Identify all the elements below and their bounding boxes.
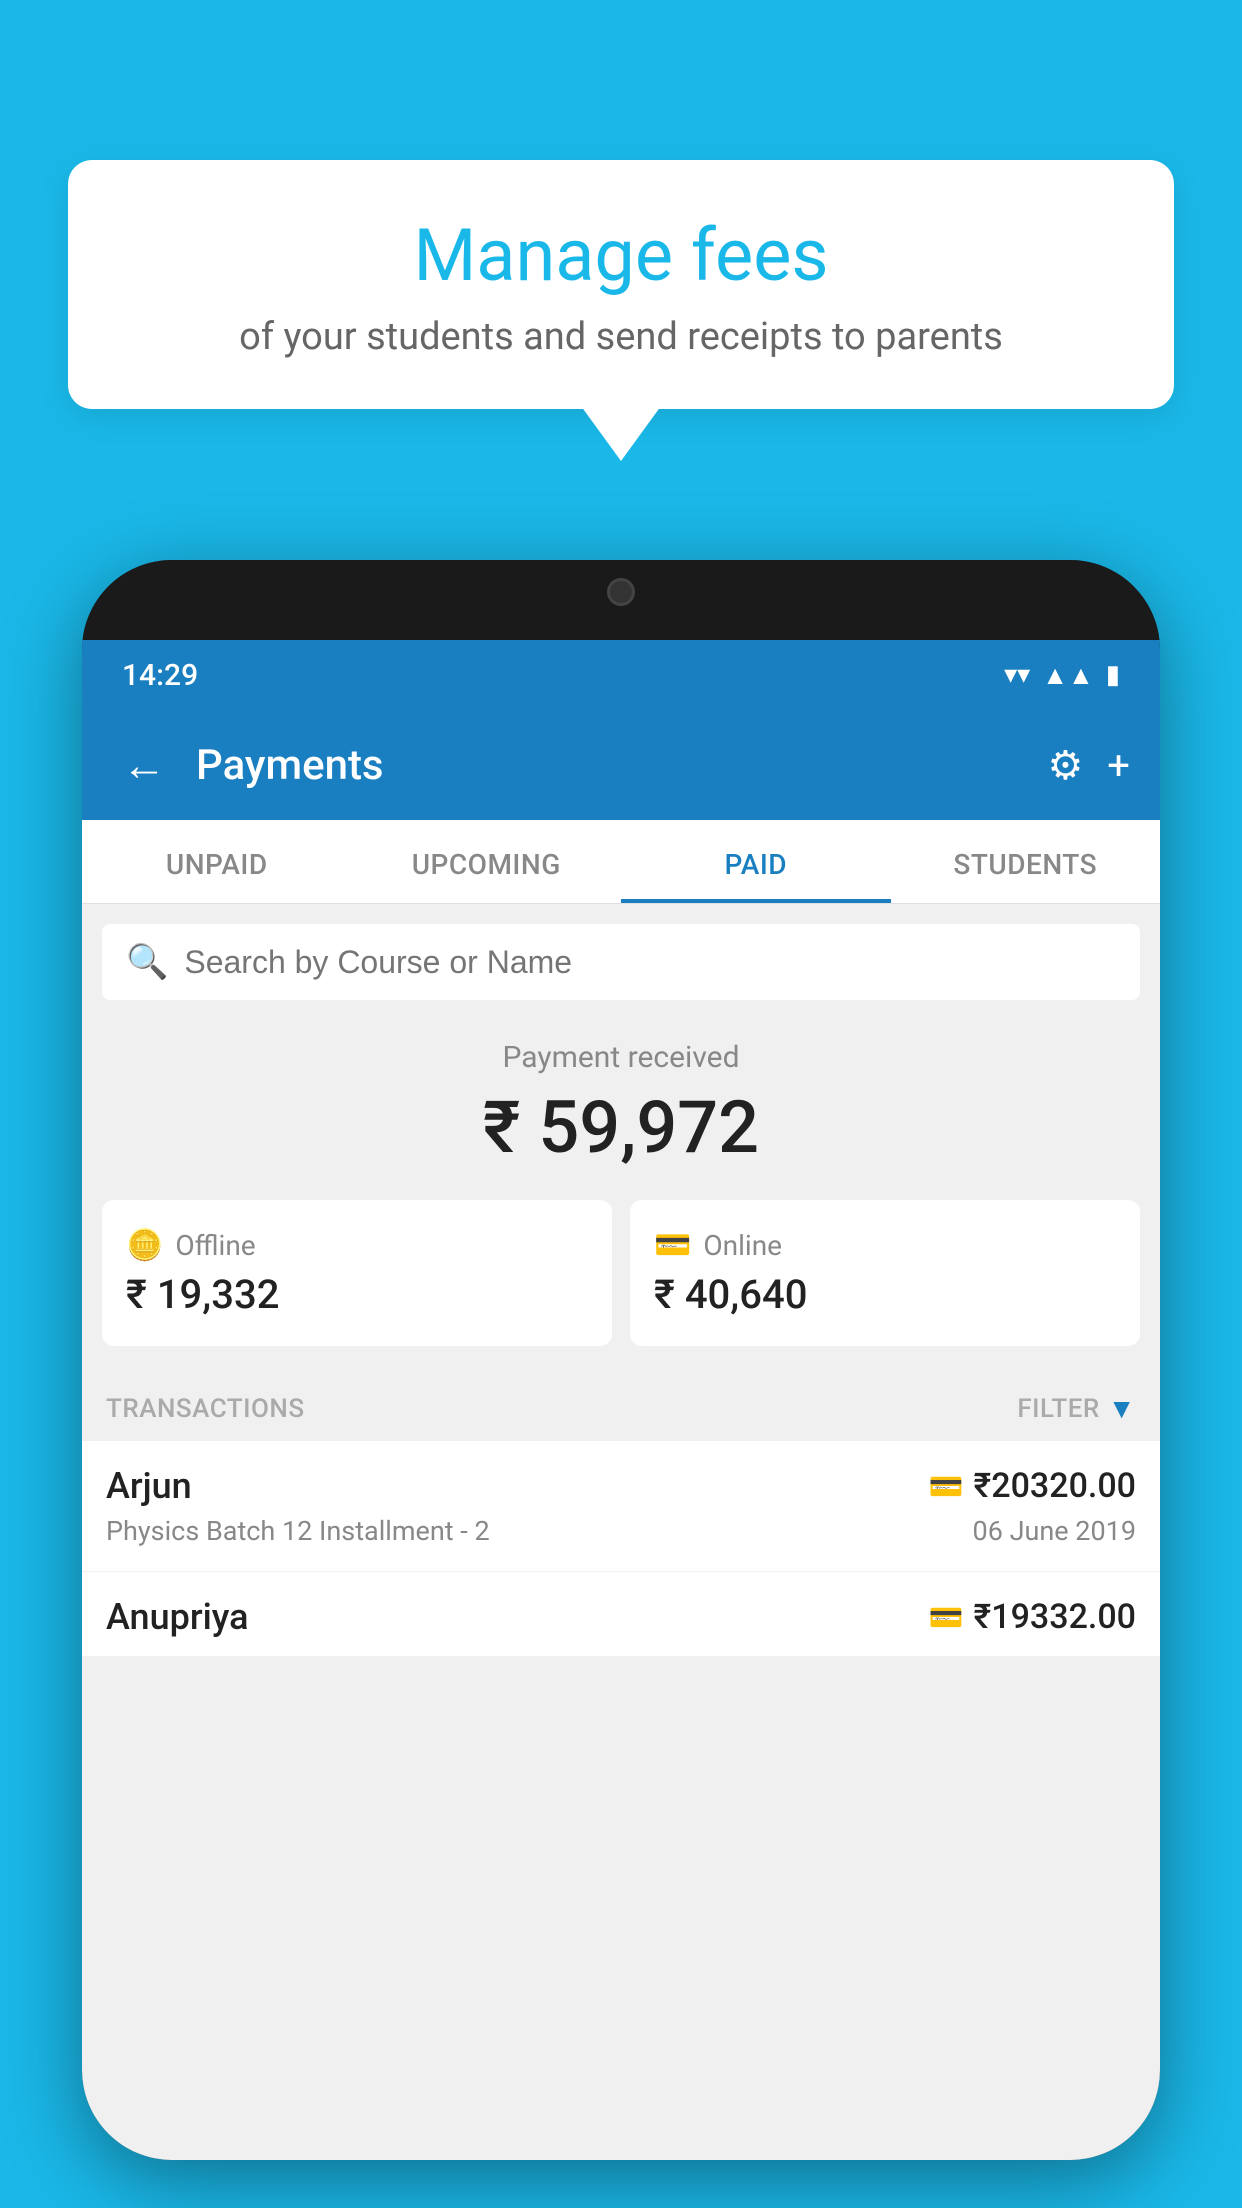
tab-students[interactable]: STUDENTS (891, 820, 1161, 903)
transactions-label: TRANSACTIONS (106, 1394, 305, 1424)
status-icons: ▾▾ ▲▲ ▮ (1004, 660, 1120, 691)
notch (521, 560, 721, 620)
app-bar: ← Payments ⚙ + (82, 710, 1160, 820)
online-label: Online (703, 1229, 782, 1262)
table-row: Anupriya 💳 ₹19332.00 (82, 1572, 1160, 1656)
transaction-list: Arjun 💳 ₹20320.00 Physics Batch 12 Insta… (82, 1441, 1160, 1656)
search-icon: 🔍 (126, 942, 168, 982)
tooltip-title: Manage fees (128, 216, 1114, 295)
status-bar: 14:29 ▾▾ ▲▲ ▮ (82, 640, 1160, 710)
offline-amount: ₹ 19,332 (126, 1271, 588, 1318)
filter-icon: ▼ (1108, 1392, 1136, 1425)
phone-notch-area (82, 560, 1160, 640)
transaction-amount-wrap-1: 💳 ₹20320.00 (929, 1466, 1136, 1506)
offline-card-header: 🪙 Offline (126, 1228, 588, 1263)
online-card: 💳 Online ₹ 40,640 (630, 1200, 1140, 1346)
transaction-desc-1: Physics Batch 12 Installment - 2 (106, 1515, 490, 1547)
tab-paid[interactable]: PAID (621, 820, 891, 903)
wifi-icon: ▾▾ (1004, 660, 1030, 690)
app-bar-actions: ⚙ + (1047, 742, 1130, 789)
online-amount: ₹ 40,640 (654, 1271, 1116, 1318)
transaction-type-icon-1: 💳 (929, 1470, 964, 1503)
search-input[interactable] (184, 944, 1116, 981)
payment-received-label: Payment received (102, 1040, 1140, 1075)
status-time: 14:29 (122, 658, 198, 693)
transaction-top-1: Arjun 💳 ₹20320.00 (106, 1465, 1136, 1507)
offline-icon: 🪙 (126, 1228, 163, 1263)
screen: ← Payments ⚙ + UNPAID UPCOMING PAID STUD… (82, 710, 1160, 2160)
offline-label: Offline (175, 1229, 255, 1262)
add-icon[interactable]: + (1107, 742, 1130, 789)
transaction-top-2: Anupriya 💳 ₹19332.00 (106, 1596, 1136, 1638)
payment-summary: Payment received ₹ 59,972 (82, 1000, 1160, 1200)
transaction-amount-wrap-2: 💳 ₹19332.00 (929, 1597, 1136, 1637)
battery-icon: ▮ (1106, 660, 1120, 690)
online-card-header: 💳 Online (654, 1228, 1116, 1263)
tabs: UNPAID UPCOMING PAID STUDENTS (82, 820, 1160, 904)
transaction-name-1: Arjun (106, 1465, 192, 1507)
phone-frame: 14:29 ▾▾ ▲▲ ▮ ← Payments ⚙ + UNPAID UPCO… (82, 560, 1160, 2160)
online-icon: 💳 (654, 1228, 691, 1263)
filter-label: FILTER (1017, 1394, 1099, 1424)
transaction-type-icon-2: 💳 (929, 1601, 964, 1634)
tab-unpaid[interactable]: UNPAID (82, 820, 352, 903)
tooltip-subtitle: of your students and send receipts to pa… (128, 315, 1114, 359)
transaction-date-1: 06 June 2019 (973, 1515, 1136, 1547)
camera (607, 578, 635, 606)
transaction-bottom-1: Physics Batch 12 Installment - 2 06 June… (106, 1515, 1136, 1547)
payment-cards: 🪙 Offline ₹ 19,332 💳 Online ₹ 40,640 (82, 1200, 1160, 1376)
table-row: Arjun 💳 ₹20320.00 Physics Batch 12 Insta… (82, 1441, 1160, 1572)
transaction-amount-1: ₹20320.00 (974, 1466, 1136, 1506)
payment-amount: ₹ 59,972 (102, 1085, 1140, 1170)
back-button[interactable]: ← (112, 729, 176, 801)
offline-card: 🪙 Offline ₹ 19,332 (102, 1200, 612, 1346)
tab-upcoming[interactable]: UPCOMING (352, 820, 622, 903)
settings-icon[interactable]: ⚙ (1047, 742, 1083, 789)
app-bar-title: Payments (196, 741, 1027, 790)
transaction-name-2: Anupriya (106, 1596, 249, 1638)
signal-icon: ▲▲ (1042, 660, 1093, 691)
tooltip-card: Manage fees of your students and send re… (68, 160, 1174, 409)
search-bar: 🔍 (102, 924, 1140, 1000)
transaction-amount-2: ₹19332.00 (974, 1597, 1136, 1637)
transactions-header: TRANSACTIONS FILTER ▼ (82, 1376, 1160, 1441)
filter-button[interactable]: FILTER ▼ (1017, 1392, 1136, 1425)
